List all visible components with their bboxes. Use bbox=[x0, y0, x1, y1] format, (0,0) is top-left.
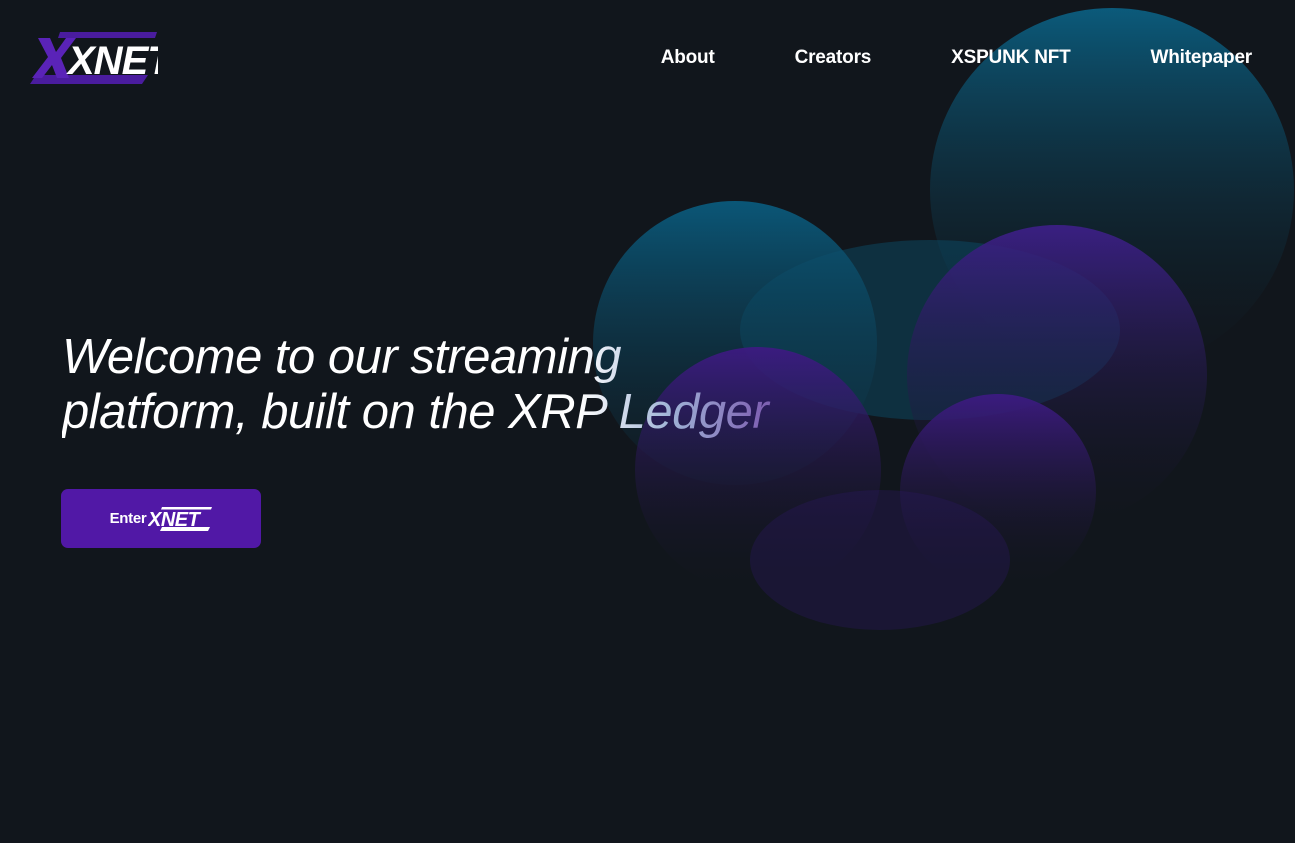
hero-headline: Welcome to our streaming platform, built… bbox=[62, 330, 822, 440]
svg-text:XNET: XNET bbox=[148, 509, 202, 531]
top-nav: About Creators XSPUNK NFT Whitepaper bbox=[661, 47, 1252, 69]
nav-creators[interactable]: Creators bbox=[795, 47, 872, 69]
hero-headline-line2: platform, built on the XRP Ledger bbox=[62, 385, 769, 439]
hero-headline-line1: Welcome to our streaming bbox=[62, 330, 621, 384]
xnet-logo-mark: XNET bbox=[30, 32, 158, 84]
enter-button-label: Enter bbox=[109, 510, 147, 527]
xnet-button-logo: XNET bbox=[148, 506, 213, 531]
nav-xspunk-nft[interactable]: XSPUNK NFT bbox=[951, 47, 1071, 69]
enter-xnet-button[interactable]: Enter XNET bbox=[61, 489, 261, 548]
nav-whitepaper[interactable]: Whitepaper bbox=[1151, 47, 1253, 69]
nav-about[interactable]: About bbox=[661, 47, 715, 69]
blob-purple-right bbox=[907, 225, 1207, 525]
blob-purple-center bbox=[900, 394, 1096, 590]
landing-page: XNET About Creators XSPUNK NFT Whitepape… bbox=[0, 0, 1295, 843]
logo-text: XNET bbox=[66, 39, 158, 83]
blob-purple-bridge bbox=[750, 490, 1010, 630]
xnet-logo[interactable]: XNET bbox=[30, 30, 158, 86]
